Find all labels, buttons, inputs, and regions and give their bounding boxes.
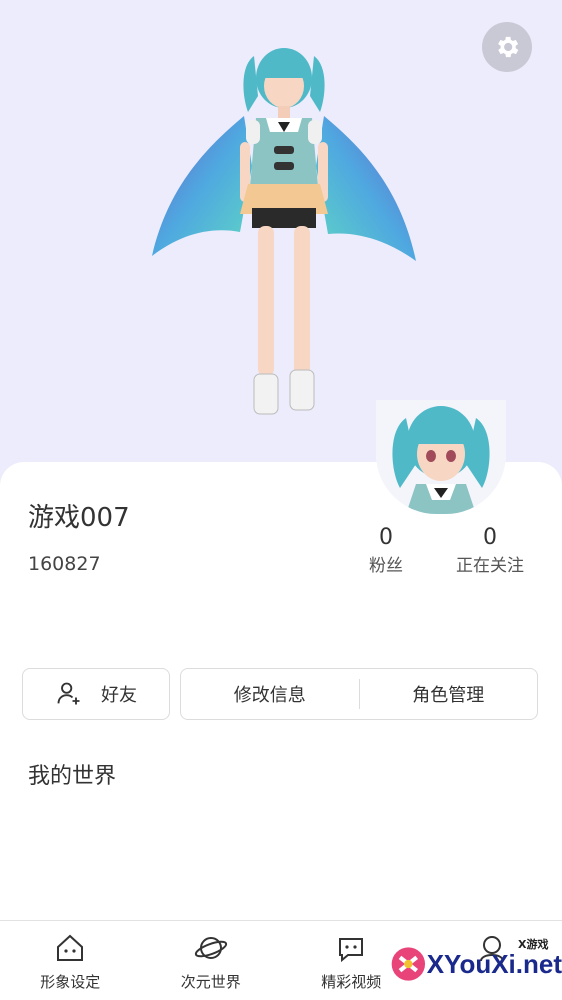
following-label: 正在关注 — [448, 553, 532, 579]
nav-item-avatar-setup[interactable]: 形象设定 — [0, 921, 141, 1000]
fans-label: 粉丝 — [358, 553, 414, 579]
following-stat[interactable]: 0 正在关注 — [448, 523, 532, 579]
character-model[interactable] — [148, 36, 420, 426]
nav-label: 形象设定 — [40, 971, 100, 992]
role-manage-button[interactable]: 角色管理 — [360, 669, 538, 719]
profile-actions-group: 修改信息 角色管理 — [180, 668, 538, 720]
watermark-logo-icon — [390, 942, 427, 986]
role-manage-label: 角色管理 — [412, 681, 484, 707]
watermark: XYouXi.net X游戏 — [390, 934, 562, 994]
add-friend-icon — [55, 680, 83, 708]
nav-item-dimension-world[interactable]: 次元世界 — [141, 921, 282, 1000]
avatar[interactable] — [376, 400, 506, 514]
planet-icon — [194, 931, 228, 965]
friends-button[interactable]: 好友 — [22, 668, 170, 720]
edit-info-label: 修改信息 — [234, 681, 306, 707]
edit-info-button[interactable]: 修改信息 — [181, 669, 359, 719]
avatar-portrait-icon — [376, 400, 506, 514]
gear-icon — [493, 33, 521, 61]
fans-stat[interactable]: 0 粉丝 — [358, 523, 414, 579]
watermark-text: XYouXi.net — [427, 949, 562, 980]
chat-bubble-icon — [334, 931, 368, 965]
username: 游戏007 — [28, 497, 130, 534]
my-world-title: 我的世界 — [28, 758, 116, 790]
friends-label: 好友 — [101, 681, 137, 707]
user-id: 160827 — [28, 553, 101, 575]
house-face-icon — [53, 931, 87, 965]
nav-label: 次元世界 — [181, 971, 241, 992]
following-count: 0 — [448, 523, 532, 553]
watermark-small-text: X游戏 — [518, 936, 548, 952]
nav-label: 精彩视频 — [321, 971, 381, 992]
settings-button[interactable] — [482, 22, 532, 72]
fans-count: 0 — [358, 523, 414, 553]
